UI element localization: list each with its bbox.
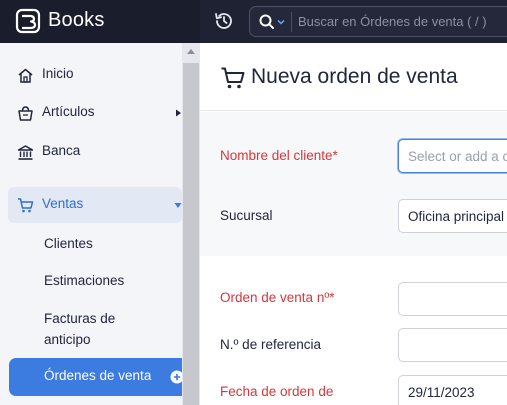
sidebar-item-ventas[interactable]: Ventas [8, 187, 182, 223]
order-number-label: Orden de venta nº* [220, 290, 335, 305]
customer-name-placeholder: Select or add a customer [408, 149, 507, 164]
chevron-down-icon[interactable] [277, 18, 285, 26]
branch-label: Sucursal [220, 208, 273, 223]
basket-icon [18, 106, 33, 121]
sidebar-subitem-facturas-line2[interactable]: anticipo [44, 329, 91, 350]
cart-icon [18, 198, 34, 213]
home-icon [18, 68, 33, 83]
sidebar-item-label: Banca [42, 143, 81, 158]
reference-number-field[interactable] [398, 328, 507, 362]
sidebar-item-banca[interactable]: Banca [8, 134, 182, 170]
brand-name: Books [48, 9, 105, 31]
sidebar-subitem-facturas-line1[interactable]: Facturas de [44, 308, 115, 329]
customer-name-label: Nombre del cliente* [220, 148, 338, 163]
search-bar[interactable]: Buscar en Órdenes de venta ( / ) [249, 6, 507, 37]
order-date-value: 29/11/2023 [408, 385, 475, 400]
branch-value: Oficina principal [408, 209, 505, 224]
search-placeholder[interactable]: Buscar en Órdenes de venta ( / ) [298, 14, 487, 29]
chevron-right-icon [176, 109, 181, 117]
order-number-field[interactable] [398, 282, 507, 316]
customer-name-field[interactable]: Select or add a customer [398, 139, 507, 173]
sidebar-item-inicio[interactable]: Inicio [8, 57, 182, 93]
brand-area: Books [0, 0, 200, 43]
bank-icon [17, 145, 34, 160]
page-title: Nueva orden de venta [251, 65, 458, 88]
order-date-label: Fecha de orden de [220, 384, 334, 399]
sidebar-item-label: Inicio [42, 66, 74, 81]
scrollbar-thumb[interactable] [183, 63, 199, 405]
branch-select[interactable]: Oficina principal [398, 199, 507, 233]
sidebar-item-articulos[interactable]: Artículos [8, 95, 182, 131]
scroll-up-arrow-icon[interactable] [185, 46, 197, 56]
customer-section [200, 112, 507, 256]
reference-number-label: N.º de referencia [220, 337, 321, 352]
sidebar-subitem-clientes[interactable]: Clientes [44, 233, 93, 254]
order-date-field[interactable]: 29/11/2023 [398, 375, 507, 405]
sidebar-item-label: Artículos [42, 104, 95, 119]
chevron-down-icon [174, 203, 182, 208]
history-icon[interactable] [213, 10, 235, 32]
search-icon[interactable] [258, 13, 276, 31]
cart-icon [221, 67, 245, 89]
search-divider [291, 12, 292, 32]
sidebar-subitem-ordenes-de-venta[interactable]: Órdenes de venta [9, 358, 189, 396]
sidebar-subitem-label: Órdenes de venta [44, 368, 152, 383]
sidebar-item-label: Ventas [42, 196, 84, 211]
books-logo-icon [15, 8, 41, 34]
sidebar-subitem-estimaciones[interactable]: Estimaciones [44, 270, 124, 291]
